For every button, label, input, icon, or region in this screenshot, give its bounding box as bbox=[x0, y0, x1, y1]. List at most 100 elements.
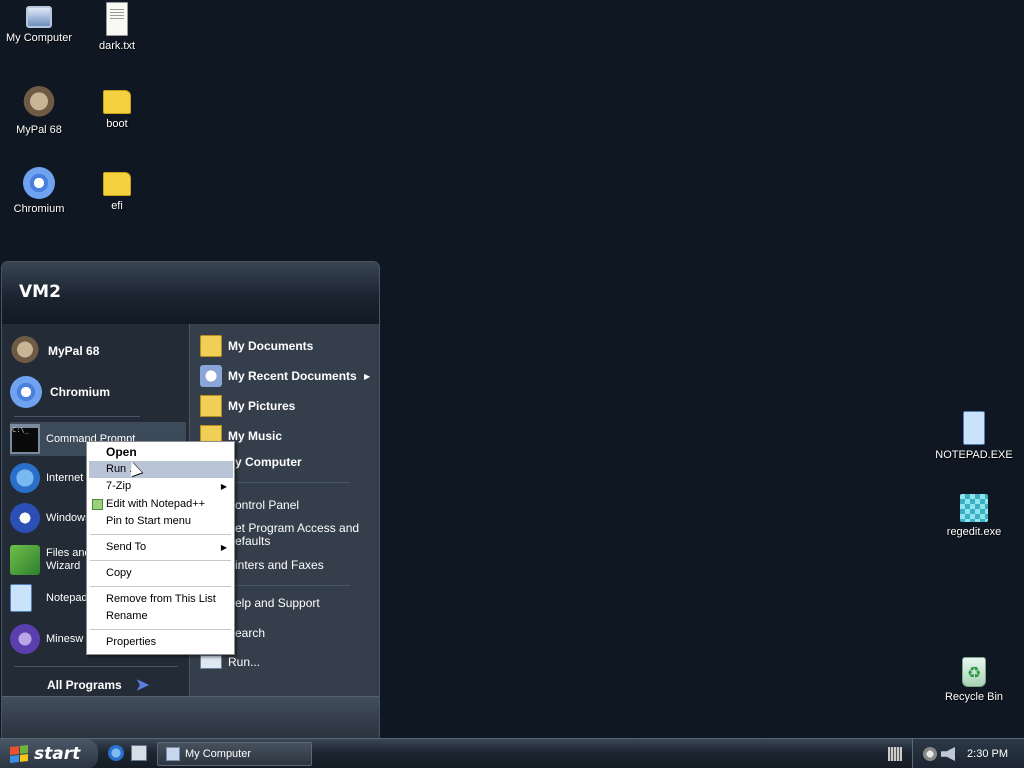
ctx-edit-notepadpp[interactable]: Edit with Notepad++ bbox=[89, 496, 233, 513]
desktop-icon-label: boot bbox=[106, 118, 128, 130]
ctx-remove[interactable]: Remove from This List bbox=[89, 591, 233, 608]
arrow-right-icon: ➤ bbox=[135, 677, 150, 694]
clock[interactable]: 2:30 PM bbox=[967, 748, 1008, 760]
desktop-icon-label: Chromium bbox=[13, 203, 65, 215]
documents-folder-icon bbox=[200, 335, 222, 357]
recent-item-label: Files and Wizard bbox=[46, 547, 91, 572]
start-menu-footer bbox=[2, 696, 379, 738]
taskbar: start My Computer 2:30 PM bbox=[0, 738, 1024, 768]
right-item-search[interactable]: earch bbox=[235, 626, 265, 640]
ctx-open[interactable]: Open bbox=[89, 444, 233, 461]
ctx-item-label: Copy bbox=[106, 567, 132, 579]
right-item-help[interactable]: elp and Support bbox=[235, 596, 320, 610]
right-item-my-documents[interactable]: My Documents bbox=[200, 335, 313, 357]
ctx-separator bbox=[90, 534, 231, 535]
pinned-item-chromium[interactable]: Chromium bbox=[10, 376, 110, 408]
network-icon[interactable] bbox=[923, 747, 937, 761]
desktop-icon-label: efi bbox=[111, 200, 123, 212]
right-item-label: My Documents bbox=[228, 339, 314, 353]
submenu-arrow-icon: ▶ bbox=[220, 543, 227, 552]
taskbar-button-my-computer[interactable]: My Computer bbox=[157, 742, 312, 766]
right-item-label: earch bbox=[235, 626, 266, 640]
pinned-item-mypal[interactable]: MyPal 68 bbox=[10, 336, 99, 366]
ctx-send-to[interactable]: Send To ▶ bbox=[89, 539, 233, 556]
run-icon bbox=[200, 655, 222, 669]
taskbar-button-label: My Computer bbox=[185, 748, 252, 760]
submenu-arrow-icon: ▶ bbox=[220, 482, 227, 491]
recent-documents-icon bbox=[200, 365, 222, 387]
desktop-icon-chromium[interactable]: Chromium bbox=[0, 167, 79, 215]
desktop-icon-dark-txt[interactable]: dark.txt bbox=[77, 2, 157, 52]
pinned-separator bbox=[14, 416, 140, 417]
ctx-rename[interactable]: Rename bbox=[89, 608, 233, 625]
right-item-control-panel[interactable]: ontrol Panel bbox=[235, 498, 299, 512]
ctx-item-label: Open bbox=[106, 445, 137, 459]
desktop-icon-regedit-exe[interactable]: regedit.exe bbox=[934, 494, 1014, 538]
all-programs-label: All Programs bbox=[47, 678, 122, 692]
desktop-icon-my-computer[interactable]: My Computer bbox=[0, 2, 79, 44]
ctx-item-label: Properties bbox=[106, 636, 157, 648]
internet-explorer-icon[interactable] bbox=[108, 745, 124, 761]
recent-item-label: Minesw bbox=[46, 633, 84, 645]
mypal-icon bbox=[22, 86, 56, 120]
desktop-icon-label: Recycle Bin bbox=[944, 691, 1004, 703]
pinned-item-label: Chromium bbox=[50, 385, 110, 399]
ctx-separator bbox=[90, 586, 231, 587]
computer-icon bbox=[166, 747, 180, 761]
right-item-my-pictures[interactable]: My Pictures bbox=[200, 395, 295, 417]
desktop-icon-label: regedit.exe bbox=[946, 526, 1002, 538]
start-button-label: start bbox=[34, 744, 81, 764]
start-button[interactable]: start bbox=[0, 739, 98, 768]
ctx-7zip[interactable]: 7-Zip ▶ bbox=[89, 478, 233, 495]
ctx-separator bbox=[90, 560, 231, 561]
media-player-icon bbox=[10, 503, 40, 533]
ctx-item-label: Pin to Start menu bbox=[106, 515, 191, 527]
right-item-run[interactable]: Run... bbox=[200, 655, 260, 669]
desktop-icon-label: MyPal 68 bbox=[16, 124, 62, 136]
ctx-separator bbox=[90, 629, 231, 630]
mypal-icon bbox=[10, 336, 40, 366]
right-item-recent-documents[interactable]: My Recent Documents bbox=[200, 365, 357, 387]
windows-logo-icon bbox=[10, 745, 28, 763]
start-menu-user-name: VM2 bbox=[2, 262, 379, 324]
ctx-copy[interactable]: Copy bbox=[89, 565, 233, 582]
submenu-arrow-icon: ▶ bbox=[364, 372, 371, 381]
recent-item-label: Notepad bbox=[46, 592, 88, 604]
recent-item-label: Internet bbox=[46, 472, 84, 484]
right-item-label: ontrol Panel bbox=[235, 498, 300, 512]
desktop-icon-efi[interactable]: efi bbox=[77, 166, 157, 212]
desktop-icon-label: dark.txt bbox=[98, 40, 136, 52]
internet-explorer-icon bbox=[10, 463, 40, 493]
ctx-item-label: Remove from This List bbox=[106, 593, 216, 605]
desktop-icon-mypal[interactable]: MyPal 68 bbox=[0, 86, 79, 136]
desktop-icon-label: My Computer bbox=[5, 32, 73, 44]
command-prompt-icon bbox=[10, 424, 40, 454]
notepad-icon bbox=[963, 411, 985, 445]
all-programs-separator bbox=[14, 666, 178, 667]
desktop-icon-boot[interactable]: boot bbox=[77, 84, 157, 130]
show-desktop-icon[interactable] bbox=[131, 745, 147, 761]
ctx-properties[interactable]: Properties bbox=[89, 634, 233, 651]
ctx-item-label: Edit with Notepad++ bbox=[106, 498, 206, 510]
right-item-label: elp and Support bbox=[235, 596, 320, 610]
folder-icon bbox=[103, 172, 131, 196]
keyboard-icon[interactable] bbox=[888, 747, 902, 761]
pinned-item-label: MyPal 68 bbox=[48, 344, 100, 358]
notepad-icon bbox=[10, 584, 32, 612]
computer-icon bbox=[26, 6, 52, 28]
right-item-program-access[interactable]: et Program Access and efaults bbox=[235, 522, 359, 548]
recent-item-label: Windows bbox=[46, 512, 91, 524]
right-item-printers[interactable]: inters and Faxes bbox=[235, 558, 324, 572]
desktop-icon-recycle-bin[interactable]: Recycle Bin bbox=[934, 657, 1014, 703]
all-programs-button[interactable]: All Programs ➤ bbox=[47, 675, 149, 695]
ctx-pin-start[interactable]: Pin to Start menu bbox=[89, 513, 233, 530]
files-transfer-icon bbox=[10, 545, 40, 575]
right-item-label: efaults bbox=[235, 534, 271, 548]
regedit-icon bbox=[960, 494, 988, 522]
right-item-label: y Computer bbox=[235, 455, 302, 469]
desktop-icon-notepad-exe[interactable]: NOTEPAD.EXE bbox=[934, 411, 1014, 461]
notepadpp-icon bbox=[92, 499, 103, 510]
right-item-my-computer[interactable]: y Computer bbox=[235, 455, 302, 469]
ctx-run-as[interactable]: Run ... bbox=[89, 461, 233, 478]
right-item-label: My Pictures bbox=[228, 399, 296, 413]
